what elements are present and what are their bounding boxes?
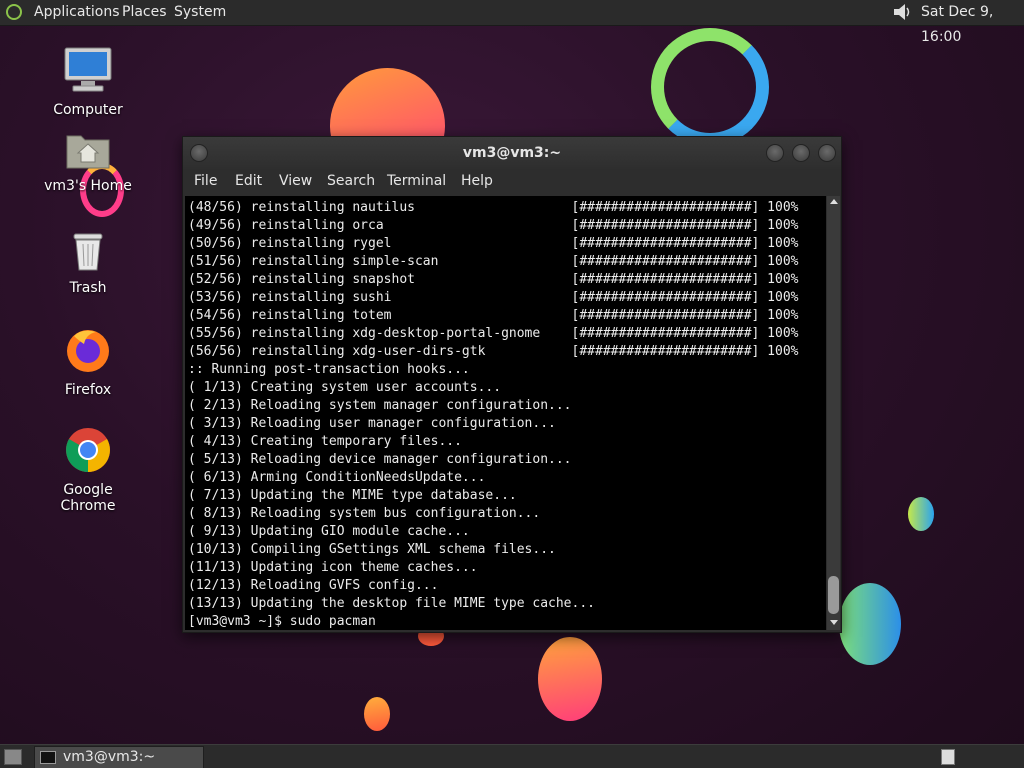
home-folder-icon	[66, 135, 110, 169]
terminal-line: ( 4/13) Creating temporary files...	[188, 434, 462, 449]
firefox-icon	[67, 330, 109, 372]
terminal-line: :: Running post-transaction hooks...	[188, 362, 470, 377]
chrome-icon	[66, 428, 110, 472]
terminal-line: (10/13) Compiling GSettings XML schema f…	[188, 542, 556, 557]
terminal-line: (50/56) reinstalling rygel [############…	[188, 236, 799, 251]
computer-icon	[64, 47, 112, 92]
scroll-down-arrow-icon[interactable]	[830, 620, 838, 625]
menu-edit[interactable]: Edit	[235, 173, 262, 189]
terminal-line: ( 2/13) Reloading system manager configu…	[188, 398, 572, 413]
terminal-line: (54/56) reinstalling totem [############…	[188, 308, 799, 323]
terminal-line: (52/56) reinstalling snapshot [#########…	[188, 272, 799, 287]
terminal-line: ( 7/13) Updating the MIME type database.…	[188, 488, 517, 503]
menu-file[interactable]: File	[194, 173, 217, 189]
distro-logo-icon[interactable]	[6, 4, 22, 20]
menu-help[interactable]: Help	[461, 173, 493, 189]
terminal-line: ( 5/13) Reloading device manager configu…	[188, 452, 572, 467]
bottom-panel: vm3@vm3:~	[0, 744, 1024, 768]
maximize-button[interactable]	[792, 144, 810, 162]
terminal-line: ( 3/13) Reloading user manager configura…	[188, 416, 556, 431]
close-button[interactable]	[818, 144, 836, 162]
scrollbar-thumb[interactable]	[828, 576, 839, 614]
desktop-icon-label: vm3's Home	[44, 178, 132, 194]
terminal-prompt-line: [vm3@vm3 ~]$ sudo pacman	[188, 614, 376, 629]
terminal-line: (48/56) reinstalling nautilus [#########…	[188, 200, 799, 215]
terminal-line: (11/13) Updating icon theme caches...	[188, 560, 478, 575]
terminal-line: ( 6/13) Arming ConditionNeedsUpdate...	[188, 470, 486, 485]
terminal-scrollbar[interactable]	[827, 196, 840, 630]
desktop-icon-label: Trash	[69, 280, 107, 296]
desktop-icon-trash[interactable]: Trash	[38, 230, 138, 296]
window-title: vm3@vm3:~	[462, 145, 562, 161]
terminal-output[interactable]: (48/56) reinstalling nautilus [#########…	[185, 196, 826, 630]
terminal-window[interactable]: vm3@vm3:~ File Edit View Search Terminal…	[182, 136, 842, 633]
desktop-icon-label: Firefox	[64, 382, 112, 398]
window-menu-button[interactable]	[190, 144, 208, 162]
terminal-line: (12/13) Reloading GVFS config...	[188, 578, 439, 593]
desktop-icon-label: Google Chrome	[60, 482, 116, 514]
desktop-icon-firefox[interactable]: Firefox	[38, 326, 138, 398]
trash-icon	[73, 233, 103, 271]
wallpaper-green-blue-egg	[908, 497, 934, 531]
desktop-icon-home[interactable]: vm3's Home	[38, 130, 138, 194]
terminal-titlebar[interactable]: vm3@vm3:~	[183, 137, 841, 169]
clock[interactable]: Sat Dec 9, 16:00	[921, 0, 1024, 45]
menu-system[interactable]: System	[174, 0, 226, 25]
menu-places[interactable]: Places	[122, 0, 167, 25]
taskbar-task-label: vm3@vm3:~	[63, 749, 156, 765]
desktop-icon-computer[interactable]: Computer	[38, 46, 138, 118]
terminal-line: (49/56) reinstalling orca [#############…	[188, 218, 799, 233]
terminal-line: (56/56) reinstalling xdg-user-dirs-gtk […	[188, 344, 799, 359]
terminal-lines: (48/56) reinstalling nautilus [#########…	[188, 199, 798, 630]
minimize-button[interactable]	[766, 144, 784, 162]
desktop-icon-label: Computer	[53, 102, 123, 118]
terminal-line: ( 1/13) Creating system user accounts...	[188, 380, 502, 395]
desktop-icon-chrome[interactable]: Google Chrome	[38, 426, 138, 514]
workspace-switcher[interactable]	[941, 749, 955, 765]
terminal-line: (51/56) reinstalling simple-scan [######…	[188, 254, 799, 269]
wallpaper-large-egg	[839, 583, 901, 665]
wallpaper-ring	[651, 28, 769, 146]
show-desktop-icon[interactable]	[4, 749, 22, 765]
taskbar-task-terminal[interactable]: vm3@vm3:~	[34, 746, 204, 768]
terminal-line: (53/56) reinstalling sushi [############…	[188, 290, 799, 305]
terminal-line: ( 9/13) Updating GIO module cache...	[188, 524, 470, 539]
menu-view[interactable]: View	[279, 173, 312, 189]
top-panel: Applications Places System Sat Dec 9, 16…	[0, 0, 1024, 45]
menu-search[interactable]: Search	[327, 173, 375, 189]
terminal-menubar: File Edit View Search Terminal Help	[183, 169, 841, 195]
volume-icon[interactable]	[892, 2, 914, 22]
scroll-up-arrow-icon[interactable]	[830, 199, 838, 204]
terminal-icon	[40, 751, 56, 764]
terminal-line: (13/13) Updating the desktop file MIME t…	[188, 596, 595, 611]
terminal-line: ( 8/13) Reloading system bus configurati…	[188, 506, 541, 521]
menu-terminal[interactable]: Terminal	[387, 173, 446, 189]
wallpaper-small-orange-egg	[364, 697, 390, 731]
wallpaper-orange-egg	[538, 637, 602, 721]
terminal-line: (55/56) reinstalling xdg-desktop-portal-…	[188, 326, 799, 341]
menu-applications[interactable]: Applications	[34, 0, 120, 25]
